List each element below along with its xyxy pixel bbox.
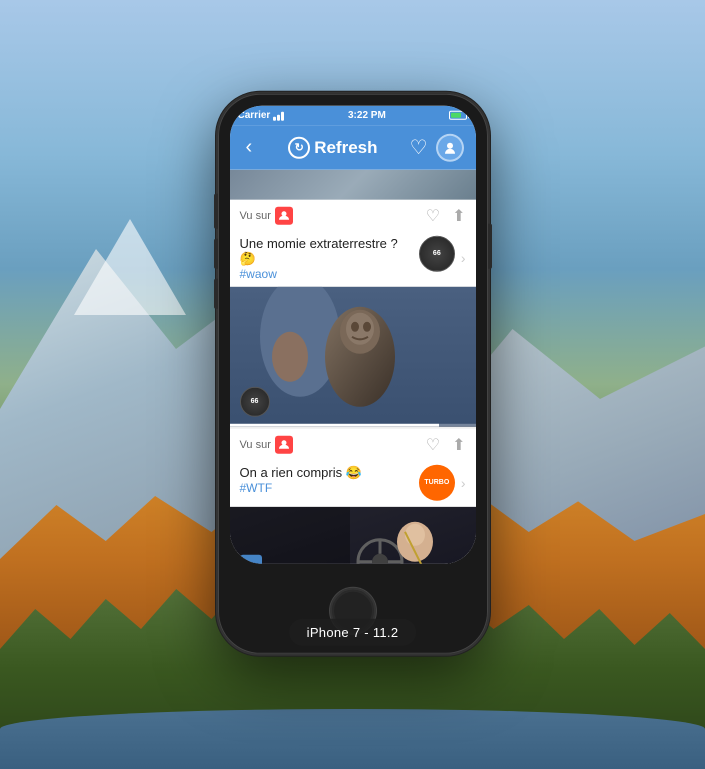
card-1-heart-button[interactable]: ♡	[426, 205, 440, 225]
content-area: Vu sur ♡ ⬆	[230, 169, 476, 563]
card-1-title: Une momie extraterrestre ? 🤔	[240, 235, 413, 266]
carrier-text: Carrier	[238, 110, 271, 121]
card-2-tag[interactable]: #WTF	[240, 480, 413, 494]
battery-icon	[449, 111, 467, 120]
device-label: iPhone 7 - 11.2	[289, 618, 417, 645]
card-1: Vu sur ♡ ⬆	[230, 199, 476, 426]
card-2-video[interactable]	[230, 506, 476, 563]
card-2-title-text: On a rien compris 😂 #WTF	[240, 464, 413, 494]
card-2-channel-label: TURBO	[424, 479, 449, 486]
card-1-channel-label: 66	[433, 250, 441, 257]
vu-sur-label-2: Vu sur	[240, 435, 293, 453]
card-2-actions: ♡ ⬆	[426, 434, 466, 454]
vu-sur-text-1: Vu sur	[240, 209, 271, 221]
card-1-video-badge-text: 66	[251, 398, 259, 405]
vu-sur-icon-2	[275, 435, 293, 453]
card-1-progress-bar	[230, 423, 476, 426]
battery-fill	[451, 113, 461, 118]
card-2-channel[interactable]: TURBO	[419, 464, 455, 500]
car-scene	[230, 506, 476, 563]
signal-icon	[273, 110, 284, 120]
status-battery	[449, 111, 467, 120]
play-triangle-icon	[248, 560, 256, 563]
app-title: Refresh	[314, 137, 377, 157]
card-1-tag[interactable]: #waow	[240, 266, 413, 280]
card-1-channel[interactable]: 66	[419, 235, 455, 271]
volume-up-button[interactable]	[214, 238, 218, 268]
top-image-strip	[230, 169, 476, 199]
card-2-chevron-icon: ›	[461, 474, 466, 490]
lake	[0, 709, 705, 769]
nav-bar: ‹ ↻ Refresh ♡	[230, 125, 476, 169]
vu-sur-text-2: Vu sur	[240, 438, 271, 450]
vu-sur-icon-1	[275, 206, 293, 224]
card-1-actions: ♡ ⬆	[426, 205, 466, 225]
nav-title: ↻ Refresh	[264, 136, 401, 158]
card-2-share-button[interactable]: ⬆	[452, 434, 465, 454]
power-button[interactable]	[488, 223, 492, 268]
iphone-screen: Carrier 3:22 PM ‹ ↻ Refresh	[230, 105, 476, 563]
play-button[interactable]	[240, 554, 262, 563]
back-button[interactable]: ‹	[242, 132, 257, 163]
status-carrier: Carrier	[238, 110, 285, 121]
card-1-video[interactable]: 66	[230, 286, 476, 426]
card-2-title: On a rien compris 😂	[240, 464, 413, 480]
card-2-title-row: On a rien compris 😂 #WTF TURBO ›	[230, 460, 476, 506]
card-1-share-button[interactable]: ⬆	[452, 205, 465, 225]
status-bar: Carrier 3:22 PM	[230, 105, 476, 125]
top-image-bg	[230, 169, 476, 199]
status-time: 3:22 PM	[348, 110, 386, 121]
nav-heart-button[interactable]: ♡	[410, 135, 428, 160]
card-2-heart-button[interactable]: ♡	[426, 434, 440, 454]
nav-avatar-button[interactable]	[436, 133, 464, 161]
card-1-meta: Vu sur ♡ ⬆	[230, 199, 476, 231]
card-1-title-row: Une momie extraterrestre ? 🤔 #waow 66 ›	[230, 231, 476, 286]
iphone-device-wrapper: Carrier 3:22 PM ‹ ↻ Refresh	[218, 93, 488, 653]
volume-down-button[interactable]	[214, 278, 218, 308]
vu-sur-label-1: Vu sur	[240, 206, 293, 224]
card-1-title-text: Une momie extraterrestre ? 🤔 #waow	[240, 235, 413, 280]
card-1-chevron-icon: ›	[461, 250, 466, 266]
card-2-meta: Vu sur ♡ ⬆	[230, 428, 476, 460]
iphone-body: Carrier 3:22 PM ‹ ↻ Refresh	[218, 93, 488, 653]
card-1-progress-fill	[230, 423, 439, 426]
refresh-logo-icon: ↻	[288, 136, 310, 158]
card-2: Vu sur ♡ ⬆	[230, 428, 476, 563]
card-1-video-badge: 66	[240, 386, 270, 416]
